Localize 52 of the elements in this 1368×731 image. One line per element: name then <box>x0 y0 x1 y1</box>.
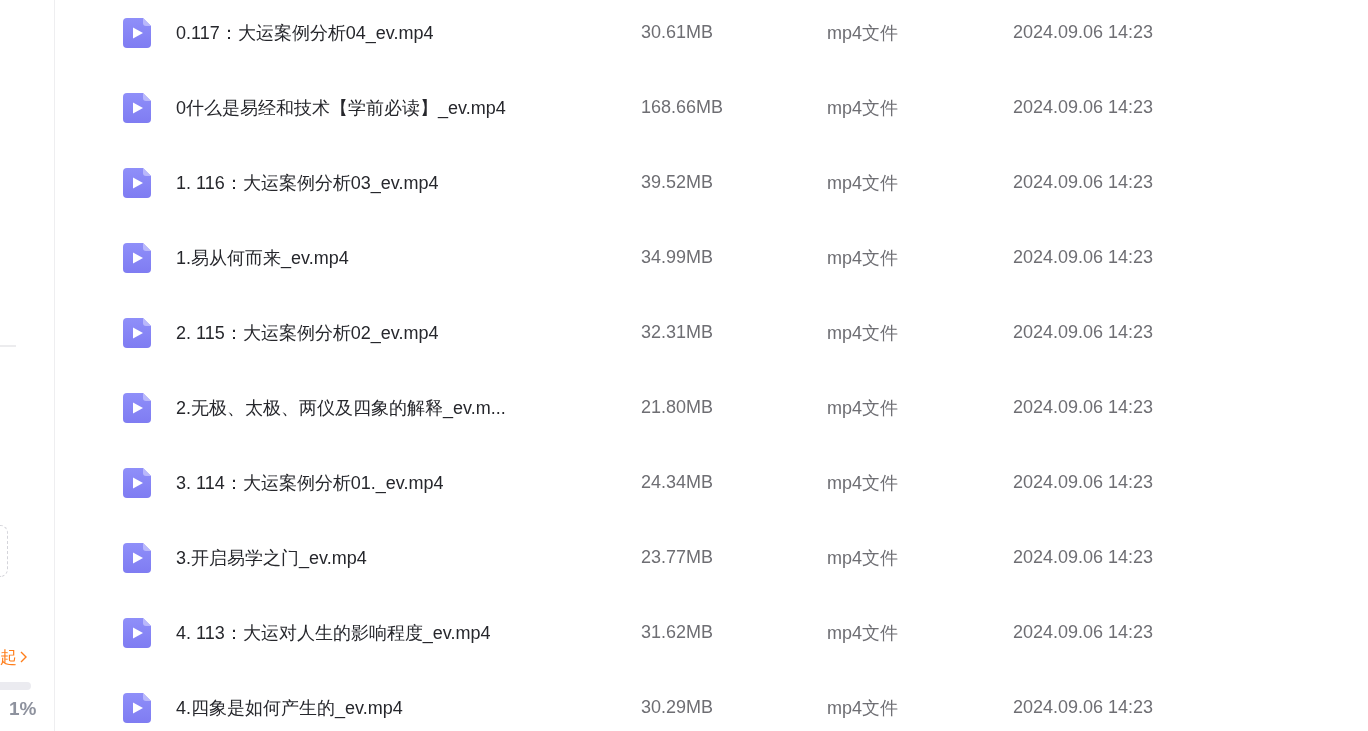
file-type: mp4文件 <box>827 246 899 270</box>
chevron-right-icon <box>20 651 27 663</box>
file-modified-date: 2024.09.06 14:23 <box>1013 622 1155 643</box>
file-size: 30.61MB <box>641 22 715 43</box>
file-name[interactable]: 3.开启易学之门_ev.mp4 <box>176 545 641 570</box>
video-file-icon <box>123 167 151 198</box>
file-type: mp4文件 <box>827 21 899 45</box>
video-file-icon <box>123 242 151 273</box>
file-type: mp4文件 <box>827 96 899 120</box>
video-file-icon <box>123 542 151 573</box>
file-size: 23.77MB <box>641 547 715 568</box>
file-type: mp4文件 <box>827 171 899 195</box>
video-file-icon <box>123 692 151 723</box>
file-size: 168.66MB <box>641 97 725 118</box>
file-size: 34.99MB <box>641 247 715 268</box>
file-name[interactable]: 3. 114：大运案例分析01._ev.mp4 <box>176 470 641 495</box>
file-modified-date: 2024.09.06 14:23 <box>1013 22 1155 43</box>
file-name[interactable]: 1. 116：大运案例分析03_ev.mp4 <box>176 170 641 195</box>
file-type: mp4文件 <box>827 396 899 420</box>
video-file-icon <box>123 467 151 498</box>
file-size: 21.80MB <box>641 397 715 418</box>
file-name[interactable]: 0.117：大运案例分析04_ev.mp4 <box>176 20 641 45</box>
file-type: mp4文件 <box>827 546 899 570</box>
file-type: mp4文件 <box>827 471 899 495</box>
file-size: 30.29MB <box>641 697 715 718</box>
file-name[interactable]: 4.四象是如何产生的_ev.mp4 <box>176 695 641 720</box>
file-size: 24.34MB <box>641 472 715 493</box>
file-modified-date: 2024.09.06 14:23 <box>1013 697 1155 718</box>
file-name[interactable]: 0什么是易经和技术【学前必读】_ev.mp4 <box>176 95 641 120</box>
storage-percent: 1% <box>8 698 37 720</box>
file-type: mp4文件 <box>827 321 899 345</box>
file-modified-date: 2024.09.06 14:23 <box>1013 472 1155 493</box>
file-name[interactable]: 2. 115：大运案例分析02_ev.mp4 <box>176 320 641 345</box>
video-file-icon <box>123 317 151 348</box>
video-file-icon <box>123 392 151 423</box>
file-size: 39.52MB <box>641 172 715 193</box>
file-modified-date: 2024.09.06 14:23 <box>1013 547 1155 568</box>
file-size: 32.31MB <box>641 322 715 343</box>
file-modified-date: 2024.09.06 14:23 <box>1013 322 1155 343</box>
file-modified-date: 2024.09.06 14:23 <box>1013 97 1155 118</box>
video-file-icon <box>123 17 151 48</box>
file-type: mp4文件 <box>827 696 899 720</box>
file-name[interactable]: 1.易从何而来_ev.mp4 <box>176 245 641 270</box>
file-name[interactable]: 2.无极、太极、两仪及四象的解释_ev.m... <box>176 395 641 420</box>
file-size: 31.62MB <box>641 622 715 643</box>
video-file-icon <box>123 92 151 123</box>
file-type: mp4文件 <box>827 621 899 645</box>
file-modified-date: 2024.09.06 14:23 <box>1013 397 1155 418</box>
file-modified-date: 2024.09.06 14:23 <box>1013 247 1155 268</box>
file-name[interactable]: 4. 113：大运对人生的影响程度_ev.mp4 <box>176 620 641 645</box>
video-file-icon <box>123 617 151 648</box>
file-modified-date: 2024.09.06 14:23 <box>1013 172 1155 193</box>
